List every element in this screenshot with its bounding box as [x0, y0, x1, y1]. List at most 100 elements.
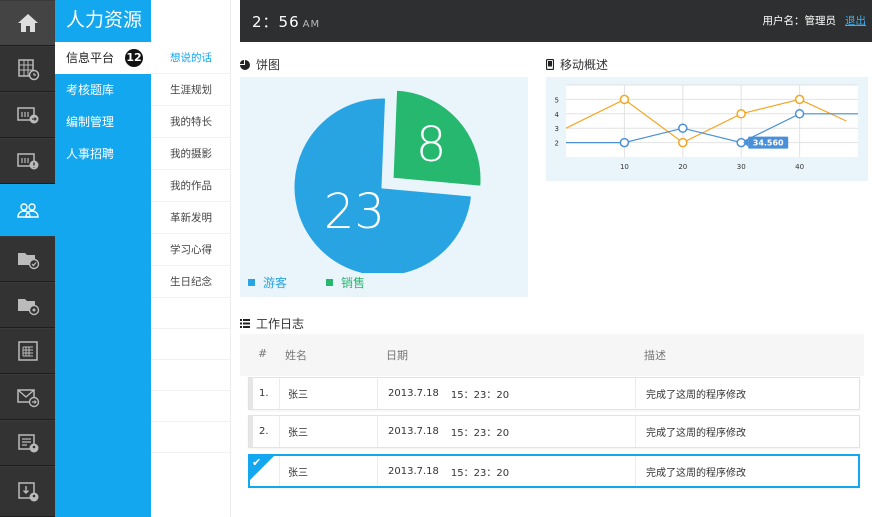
rail-home[interactable] — [0, 0, 55, 46]
row-date: 2013.7.18 — [388, 388, 439, 399]
rail-users[interactable] — [0, 184, 55, 236]
subnav-item[interactable]: 我的摄影 — [151, 138, 230, 170]
pie-section-title: 饼图 — [240, 56, 280, 73]
id-card-user-icon — [17, 434, 38, 453]
divider — [151, 422, 230, 453]
table-row[interactable]: 2. 张三 2013.7.18 15：23：20 完成了这周的程序修改 — [248, 415, 860, 448]
icon-rail — [0, 0, 55, 517]
clock-time: 2：56 — [252, 13, 300, 31]
row-number — [260, 456, 280, 486]
clock-ampm: AM — [302, 19, 321, 30]
row-time: 15：23：20 — [450, 467, 510, 479]
sidebar-item-label: 人事招聘 — [66, 147, 115, 161]
rail-id-card[interactable] — [0, 420, 55, 466]
table-row[interactable]: 1. 张三 2013.7.18 15：23：20 完成了这周的程序修改 — [248, 377, 860, 410]
column-header: 姓名 — [285, 349, 307, 362]
rail-alert[interactable] — [0, 138, 55, 184]
sidebar-item-exam-bank[interactable]: 考核题库 — [55, 74, 151, 106]
sidebar-item-info-platform[interactable]: 信息平台 12 — [55, 42, 151, 74]
column-header: # — [258, 347, 268, 360]
sidebar-item-label: 编制管理 — [66, 115, 115, 129]
legend-label: 游客 — [263, 276, 288, 290]
subnav-item[interactable]: 想说的话 — [151, 42, 230, 74]
x-tick-label: 40 — [795, 163, 804, 171]
log-section-title: 工作日志 — [240, 315, 304, 332]
rail-forward[interactable] — [0, 92, 55, 138]
row-number: 2. — [259, 426, 269, 437]
calendar-clock-icon — [17, 59, 39, 81]
rail-download-user[interactable] — [0, 466, 55, 517]
subnav-item[interactable]: 我的特长 — [151, 106, 230, 138]
home-icon — [17, 14, 38, 32]
sidebar-item-label: 信息平台 — [66, 51, 115, 65]
legend-swatch — [248, 279, 255, 286]
tooltip-value: 34.560 — [753, 139, 784, 148]
user-label: 用户名：管理员 — [762, 15, 837, 27]
pie-value-label: 8 — [416, 117, 447, 173]
row-name: 张三 — [279, 456, 377, 486]
x-tick-label: 20 — [678, 163, 687, 171]
subnav-item[interactable]: 生日纪念 — [151, 266, 230, 298]
divider — [151, 391, 230, 422]
divider — [151, 329, 230, 360]
list-icon — [240, 319, 250, 328]
folder-check-icon — [17, 253, 39, 270]
row-number: 1. — [259, 388, 269, 399]
forward-board-icon — [16, 107, 38, 124]
log-title: 工作日志 — [256, 317, 305, 331]
rail-document-list[interactable] — [0, 328, 55, 374]
divider — [151, 360, 230, 391]
line-chart-panel: 2 3 4 5 10 20 30 40 34.560 — [546, 77, 868, 181]
legend-label: 销售 — [341, 276, 366, 290]
series-point — [619, 137, 630, 148]
line-chart: 2 3 4 5 10 20 30 40 34.560 — [555, 84, 858, 171]
rail-folder-settings[interactable] — [0, 282, 55, 328]
main-content: 饼图 8 23 游客 销售 移动概述 2 3 4 5 10 20 30 40 34.560 工作日… — [240, 42, 872, 517]
column-header: 描述 — [644, 349, 666, 362]
row-datetime: 2013.7.18 15：23：20 — [377, 416, 635, 447]
y-tick-label: 5 — [555, 96, 559, 104]
app-title: 人力资源 — [66, 9, 143, 31]
logout-link[interactable]: 退出 — [845, 13, 866, 28]
plot-area — [566, 85, 858, 157]
row-description: 完成了这周的程序修改 — [635, 456, 857, 486]
divider — [151, 298, 230, 329]
table-row-selected[interactable]: ✔ 张三 2013.7.18 15：23：20 完成了这周的程序修改 — [248, 454, 860, 488]
rail-mail[interactable] — [0, 374, 55, 420]
alert-board-icon — [16, 153, 38, 170]
row-datetime: 2013.7.18 15：23：20 — [377, 378, 635, 409]
line-title: 移动概述 — [560, 58, 609, 72]
pie-chart-panel: 8 23 游客 销售 — [240, 77, 528, 297]
legend-swatch — [326, 279, 333, 286]
mail-forward-icon — [16, 389, 39, 408]
subnav-item[interactable]: 学习心得 — [151, 234, 230, 266]
subnav-item[interactable]: 革新发明 — [151, 202, 230, 234]
users-icon — [16, 203, 39, 218]
row-time: 15：23：20 — [450, 428, 510, 439]
x-tick-label: 10 — [620, 163, 629, 171]
pie-chart: 8 23 — [291, 87, 484, 279]
sub-navigation: 想说的话 生涯规划 我的特长 我的摄影 我的作品 革新发明 学习心得 生日纪念 — [151, 0, 231, 517]
document-list-icon — [17, 341, 38, 361]
row-date: 2013.7.18 — [388, 426, 439, 437]
sidebar-item-recruitment[interactable]: 人事招聘 — [55, 138, 151, 170]
series-point — [678, 123, 688, 133]
row-datetime: 2013.7.18 15：23：20 — [377, 456, 635, 486]
sidebar-item-label: 考核题库 — [66, 83, 115, 97]
notification-badge: 12 — [125, 49, 143, 67]
y-tick-label: 3 — [555, 125, 559, 133]
subnav-item[interactable]: 生涯规划 — [151, 74, 230, 106]
pie-title: 饼图 — [256, 58, 281, 72]
folder-settings-icon — [17, 299, 39, 316]
rail-calendar[interactable] — [0, 46, 55, 92]
line-section-title: 移动概述 — [546, 56, 608, 73]
sidebar-item-staffing[interactable]: 编制管理 — [55, 106, 151, 138]
series-point — [736, 109, 746, 119]
subnav-item[interactable]: 我的作品 — [151, 170, 230, 202]
legend-item-sales: 销售 — [326, 274, 365, 291]
row-name: 张三 — [279, 416, 377, 447]
row-description: 完成了这周的程序修改 — [635, 416, 857, 447]
x-tick-label: 30 — [737, 163, 746, 171]
rail-folder-check[interactable] — [0, 236, 55, 282]
series-point — [619, 94, 630, 105]
